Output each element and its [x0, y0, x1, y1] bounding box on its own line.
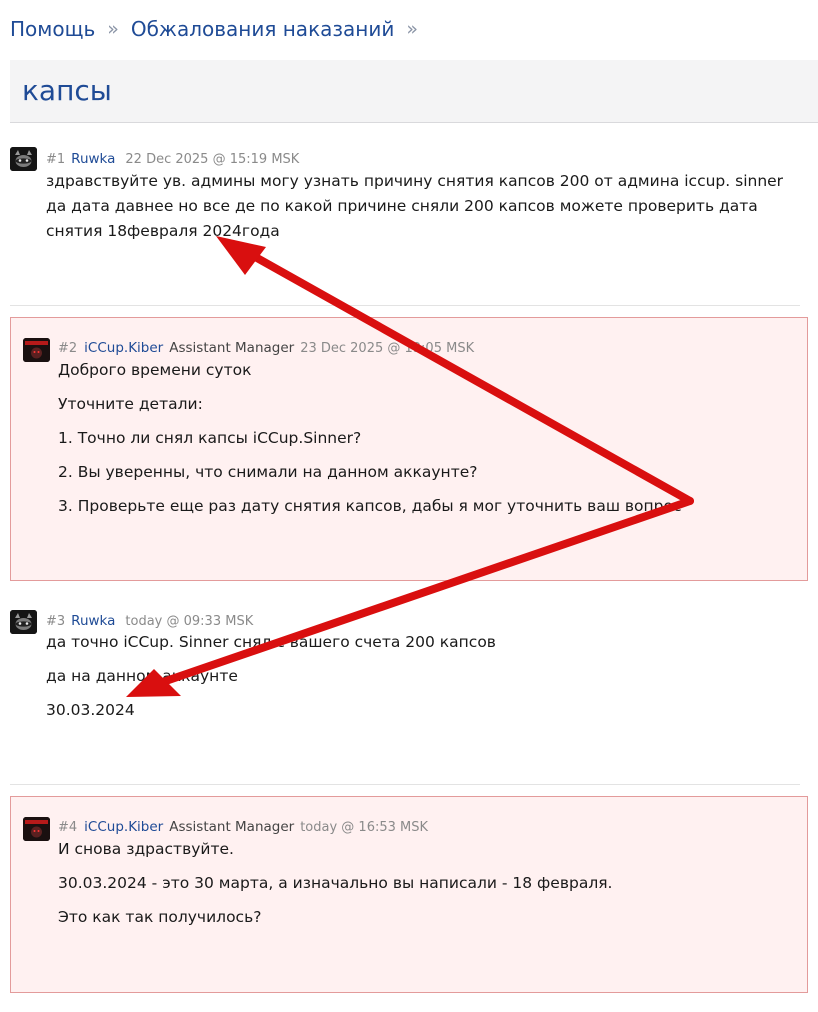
- raccoon-avatar-icon[interactable]: [10, 147, 37, 171]
- post-meta: #3 Ruwka today @ 09:33 MSK: [46, 613, 253, 629]
- staff-avatar-icon[interactable]: [23, 338, 50, 362]
- breadcrumb-separator: »: [107, 18, 119, 40]
- post-body: И снова здраствуйте. 30.03.2024 - это 30…: [58, 837, 788, 939]
- post-text: Это как так получилось?: [58, 908, 262, 926]
- breadcrumb-appeals-link[interactable]: Обжалования наказаний: [131, 17, 395, 41]
- post-divider: [10, 784, 800, 785]
- thread-title: капсы: [22, 74, 112, 107]
- breadcrumb: Помощь » Обжалования наказаний »: [10, 14, 430, 44]
- post-meta: #1 Ruwka 22 Dec 2025 @ 15:19 MSK: [46, 151, 299, 167]
- post-author-link[interactable]: Ruwka: [71, 613, 115, 629]
- post-date: today @ 09:33 MSK: [125, 614, 254, 629]
- post-body: здравствуйте ув. админы могу узнать прич…: [46, 169, 791, 253]
- post-1: #1 Ruwka 22 Dec 2025 @ 15:19 MSK здравст…: [10, 146, 800, 256]
- post-text: Доброго времени суток: [58, 361, 252, 379]
- post-text: 30.03.2024 - это 30 марта, а изначально …: [58, 874, 613, 892]
- post-date: 22 Dec 2025 @ 15:19 MSK: [125, 152, 300, 167]
- post-text: 2. Вы уверенны, что снимали на данном ак…: [58, 463, 478, 481]
- post-text: Уточните детали:: [58, 395, 203, 413]
- post-text: да точно iCCup. Sinner снял с вашего сче…: [46, 633, 496, 651]
- staff-avatar-icon[interactable]: [23, 817, 50, 841]
- raccoon-avatar-icon[interactable]: [10, 610, 37, 634]
- thread-title-bar: капсы: [10, 60, 818, 123]
- post-author-link[interactable]: Ruwka: [71, 151, 115, 167]
- post-3: #3 Ruwka today @ 09:33 MSK да точно iCCu…: [10, 608, 800, 758]
- post-text: 30.03.2024: [46, 701, 135, 719]
- post-meta: #4 iCCup.Kiber Assistant Manager today @…: [58, 819, 428, 835]
- post-text: 1. Точно ли снял капсы iCCup.Sinner?: [58, 429, 362, 447]
- user-role-badge: Assistant Manager: [169, 819, 295, 835]
- post-author-link[interactable]: iCCup.Kiber: [84, 819, 163, 835]
- post-text: здравствуйте ув. админы могу узнать прич…: [46, 172, 784, 240]
- post-body: Доброго времени суток Уточните детали: 1…: [58, 358, 788, 528]
- post-2: #2 iCCup.Kiber Assistant Manager 23 Dec …: [10, 317, 808, 581]
- user-role-badge: Assistant Manager: [169, 340, 295, 356]
- post-number[interactable]: #4: [58, 820, 77, 835]
- post-body: да точно iCCup. Sinner снял с вашего сче…: [46, 630, 791, 732]
- breadcrumb-separator: »: [406, 18, 418, 40]
- post-4: #4 iCCup.Kiber Assistant Manager today @…: [10, 796, 808, 993]
- post-text: 3. Проверьте еще раз дату снятия капсов,…: [58, 497, 682, 515]
- post-number[interactable]: #2: [58, 341, 77, 356]
- post-author-link[interactable]: iCCup.Kiber: [84, 340, 163, 356]
- post-date: 23 Dec 2025 @ 19:05 MSK: [300, 341, 475, 356]
- post-meta: #2 iCCup.Kiber Assistant Manager 23 Dec …: [58, 340, 474, 356]
- post-number[interactable]: #3: [46, 614, 65, 629]
- breadcrumb-help-link[interactable]: Помощь: [10, 17, 95, 41]
- post-number[interactable]: #1: [46, 152, 65, 167]
- post-date: today @ 16:53 MSK: [300, 820, 429, 835]
- post-text: да на данном аккаунте: [46, 667, 238, 685]
- post-divider: [10, 305, 800, 306]
- post-text: И снова здраствуйте.: [58, 840, 234, 858]
